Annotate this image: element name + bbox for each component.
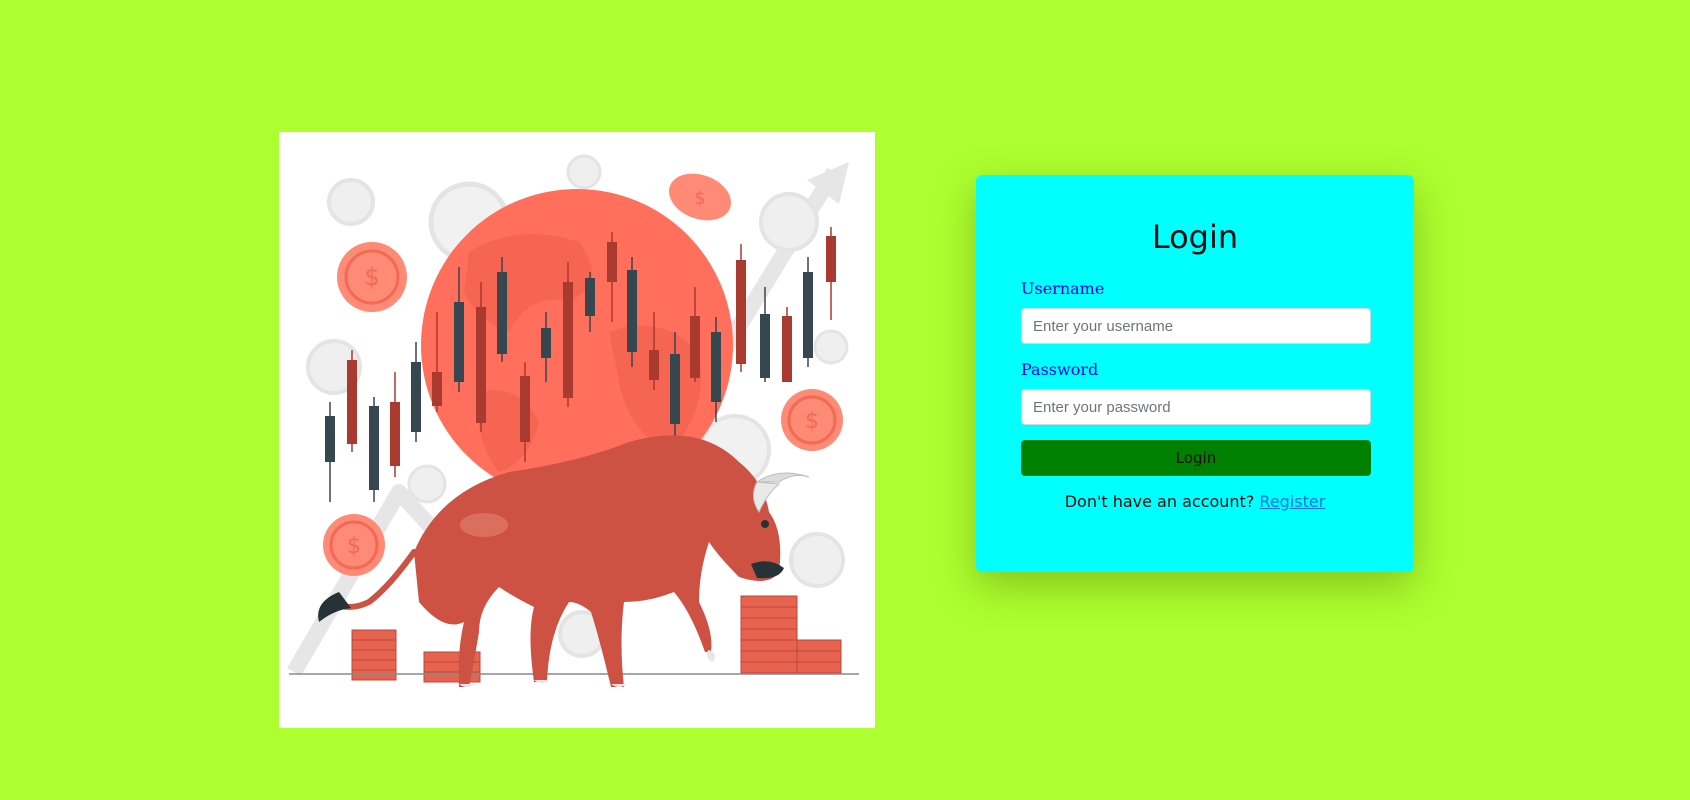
coin-icon: $ bbox=[669, 173, 731, 221]
username-input[interactable] bbox=[1021, 308, 1371, 344]
username-label: Username bbox=[1021, 279, 1105, 298]
register-prompt: Don't have an account? bbox=[1064, 492, 1255, 511]
register-link[interactable]: Register bbox=[1259, 492, 1325, 511]
svg-text:$: $ bbox=[347, 534, 361, 559]
faint-coin bbox=[759, 192, 819, 252]
coin-icon: $ bbox=[337, 242, 407, 312]
faint-coin bbox=[407, 464, 447, 504]
login-title: Login bbox=[1151, 218, 1239, 256]
login-card: Login Username Password Login Don't have… bbox=[976, 175, 1414, 572]
register-row: Don't have an account? Register bbox=[976, 492, 1414, 512]
bull-market-svg: $ $ $ $ bbox=[287, 154, 859, 687]
svg-text:$: $ bbox=[805, 409, 819, 434]
coin-icon: $ bbox=[323, 514, 385, 576]
faint-coin bbox=[789, 532, 845, 588]
coin-icon: $ bbox=[781, 389, 843, 451]
password-label: Password bbox=[1021, 360, 1099, 379]
bull-market-illustration: $ $ $ $ bbox=[279, 132, 875, 728]
svg-text:$: $ bbox=[364, 263, 379, 291]
faint-coin bbox=[327, 178, 375, 226]
faint-coin bbox=[813, 329, 849, 365]
password-input[interactable] bbox=[1021, 389, 1371, 425]
svg-text:$: $ bbox=[694, 188, 705, 209]
faint-coin bbox=[566, 154, 602, 190]
login-button[interactable]: Login bbox=[1021, 440, 1371, 476]
